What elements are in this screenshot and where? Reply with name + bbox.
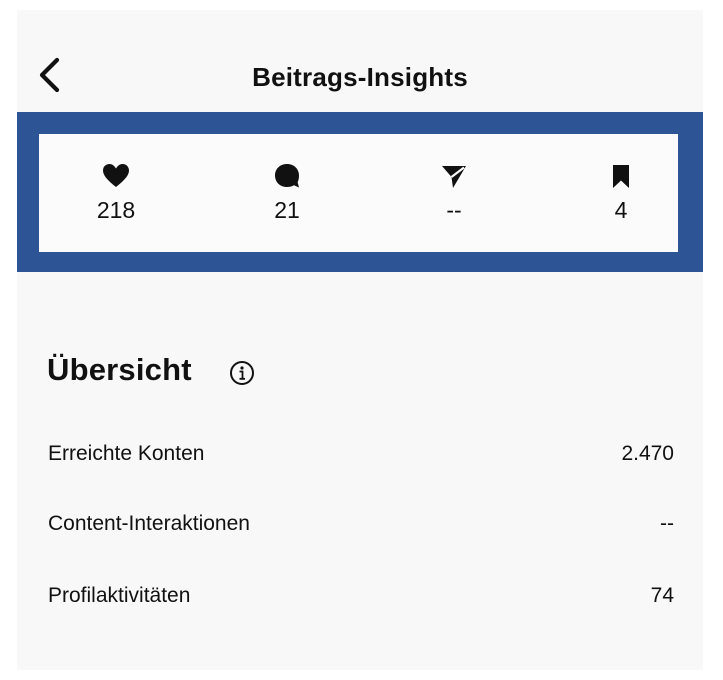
- metric-row-reach: Erreichte Konten 2.470: [48, 437, 674, 471]
- stats-highlight-frame: 218 21 -- 4: [17, 112, 703, 272]
- likes-stat[interactable]: 218: [61, 162, 171, 224]
- send-icon: [399, 162, 509, 190]
- metric-label: Profilaktivitäten: [48, 584, 191, 607]
- page-title: Beitrags-Insights: [252, 62, 468, 92]
- metric-value: 74: [650, 584, 674, 607]
- screen-background: [17, 10, 703, 670]
- comments-stat[interactable]: 21: [232, 162, 342, 224]
- metric-value: 2.470: [621, 442, 674, 465]
- comment-icon: [232, 162, 342, 190]
- bookmark-icon: [566, 162, 676, 190]
- metric-label: Erreichte Konten: [48, 442, 205, 465]
- metric-row-profile-activity: Profilaktivitäten 74: [48, 579, 674, 613]
- heart-icon: [61, 162, 171, 190]
- saves-count: 4: [614, 197, 628, 223]
- shares-count: --: [446, 197, 462, 223]
- header: Beitrags-Insights: [17, 40, 703, 106]
- metric-row-interactions: Content-Interaktionen --: [48, 507, 674, 541]
- info-icon[interactable]: [229, 360, 255, 386]
- saves-stat[interactable]: 4: [566, 162, 676, 224]
- likes-count: 218: [96, 197, 136, 223]
- overview-heading: Übersicht: [47, 352, 192, 387]
- metric-label: Content-Interaktionen: [48, 512, 250, 535]
- shares-stat[interactable]: --: [399, 162, 509, 224]
- comments-count: 21: [274, 197, 300, 223]
- metric-value: --: [660, 512, 674, 535]
- stats-bar: 218 21 -- 4: [39, 134, 678, 252]
